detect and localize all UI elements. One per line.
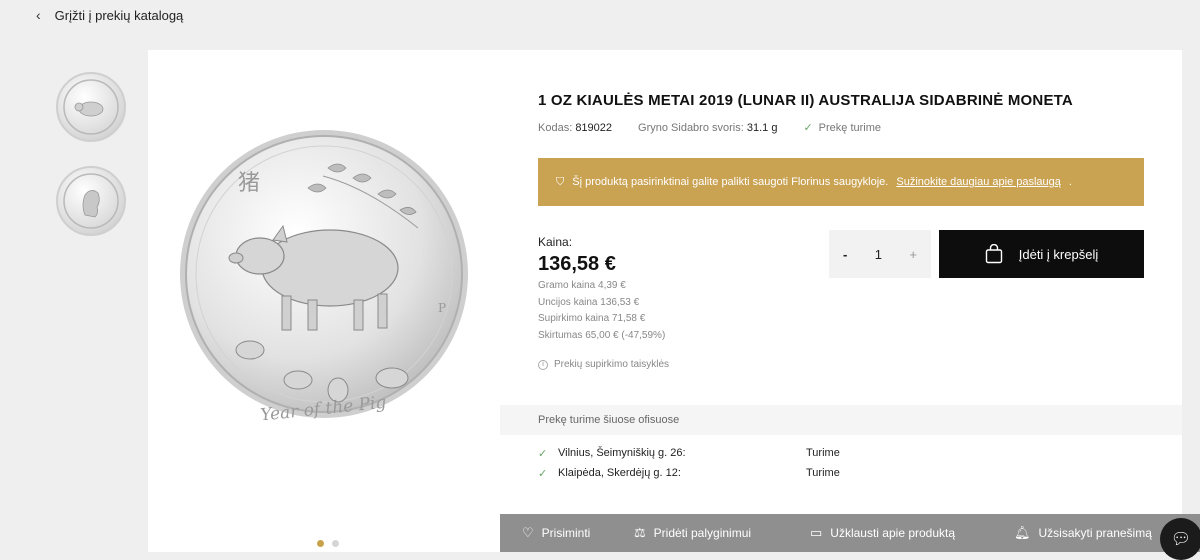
svg-text:猪: 猪 <box>238 171 260 196</box>
product-weight: Gryno Sidabro svoris: 31.1 g <box>638 122 777 134</box>
compare-label: Pridėti palyginimui <box>653 526 752 540</box>
availability-heading: Prekę turime šiuose ofisuose <box>500 405 1182 435</box>
back-to-catalog-link[interactable]: ‹ Grįžti į prekių katalogą <box>36 7 183 23</box>
buyback-price: Supirkimo kaina 71,58 € <box>538 313 646 324</box>
quantity-increase-button[interactable]: + <box>909 247 917 262</box>
remember-label: Prisiminti <box>541 526 591 540</box>
checkmark-icon: ✓ <box>538 447 548 460</box>
quantity-value[interactable]: 1 <box>875 247 882 262</box>
code-value: 819022 <box>575 121 613 134</box>
back-link-label: Grįžti į prekių katalogą <box>54 7 184 23</box>
add-to-cart-button[interactable]: Įdėti į krepšelį <box>939 230 1144 278</box>
buyback-rules-label: Prekių supirkimo taisyklės <box>554 359 670 370</box>
ounce-price: Uncijos kaina 136,53 € <box>538 296 640 308</box>
checkmark-icon: ✓ <box>803 122 813 134</box>
thumbnail-reverse[interactable] <box>56 72 126 142</box>
live-chat-button[interactable]: 💬︎ <box>1160 518 1200 560</box>
price-difference: Skirtumas 65,00 € (-47,59%) <box>538 329 666 341</box>
coin-mint-mark: P <box>438 301 446 315</box>
price-label: Kaina: <box>538 235 573 249</box>
notice-learn-more-link[interactable]: Sužinokite daugiau apie paslaugą <box>896 176 1061 188</box>
chevron-left-icon: ‹ <box>36 7 41 23</box>
product-action-bar: ♡ Prisiminti ⚖ Pridėti palyginimui ▭ Užk… <box>500 514 1200 552</box>
quantity-stepper: - 1 + <box>829 230 931 278</box>
remember-button[interactable]: ♡ Prisiminti <box>500 525 612 541</box>
thumbnail-list <box>56 72 130 260</box>
watermark: skelbiu.lt <box>1004 482 1110 507</box>
carousel-dots <box>308 540 348 552</box>
ask-about-product-button[interactable]: ▭ Užklausti apie produktą <box>788 525 992 541</box>
add-to-cart-label: Įdėti į krepšelį <box>1018 246 1099 262</box>
quantity-decrease-button[interactable]: - <box>843 247 847 262</box>
availability-list: ✓ Vilnius, Šeimyniškių g. 26: Turime ✓ K… <box>538 443 840 483</box>
weight-label: Gryno Sidabro svoris: <box>638 121 744 134</box>
scale-icon: ⚖ <box>634 525 646 540</box>
silver-coin-image[interactable]: 猪 Year of the Pig P <box>178 128 470 420</box>
office-location: Klaipėda, Skerdėjų g. 12: <box>558 467 681 479</box>
add-to-compare-button[interactable]: ⚖ Pridėti palyginimui <box>612 525 788 541</box>
gram-price: Gramo kaina 4,39 € <box>538 280 626 291</box>
ask-label: Užklausti apie produktą <box>830 526 956 540</box>
storage-notice-banner: ⛉ Šį produktą pasirinktinai galite palik… <box>538 158 1144 206</box>
shopping-bag-icon <box>985 244 1002 264</box>
bell-icon: 🔔︎ <box>1014 525 1031 540</box>
list-item: ✓ Vilnius, Šeimyniškių g. 26: Turime <box>538 443 840 463</box>
heart-icon: ♡ <box>522 525 534 540</box>
price-value: 136,58 € <box>538 253 616 275</box>
thumbnail-obverse[interactable] <box>56 166 126 236</box>
notice-text: Šį produktą pasirinktinai galite palikti… <box>572 176 889 188</box>
product-title: 1 OZ KIAULĖS METAI 2019 (LUNAR II) AUSTR… <box>538 92 1073 109</box>
carousel-dot-active[interactable] <box>317 540 324 547</box>
product-meta: Kodas: 819022 Gryno Sidabro svoris: 31.1… <box>538 121 882 135</box>
stock-label: Prekę turime <box>818 121 882 134</box>
subscribe-label: Užsisakyti pranešimą <box>1038 526 1152 540</box>
list-item: ✓ Klaipėda, Skerdėjų g. 12: Turime <box>538 463 840 483</box>
stock-status: ✓ Prekę turime <box>803 121 882 135</box>
price-details: Gramo kaina 4,39 € Uncijos kaina 136,53 … <box>538 278 665 344</box>
queen-portrait-thumbnail-icon <box>63 173 119 229</box>
weight-value: 31.1 g <box>746 121 778 134</box>
top-bar: ‹ Grįžti į prekių katalogą <box>0 0 1200 30</box>
product-code: Kodas: 819022 <box>538 122 612 134</box>
chat-icon: 💬︎ <box>1170 531 1192 548</box>
code-label: Kodas: <box>538 121 573 134</box>
office-location: Vilnius, Šeimyniškių g. 26: <box>558 447 686 459</box>
chat-bubble-icon: ▭ <box>810 525 823 540</box>
office-status: Turime <box>806 467 840 479</box>
info-icon: i <box>538 359 548 370</box>
pig-coin-thumbnail-icon <box>63 79 119 135</box>
buyback-rules-link[interactable]: i Prekių supirkimo taisyklės <box>538 359 669 370</box>
product-image-panel: 猪 Year of the Pig P <box>148 50 500 552</box>
shield-icon: ⛉ <box>556 175 565 188</box>
carousel-dot[interactable] <box>332 540 339 547</box>
product-info-panel: 1 OZ KIAULĖS METAI 2019 (LUNAR II) AUSTR… <box>500 50 1182 542</box>
checkmark-icon: ✓ <box>538 467 548 480</box>
office-status: Turime <box>806 447 840 459</box>
